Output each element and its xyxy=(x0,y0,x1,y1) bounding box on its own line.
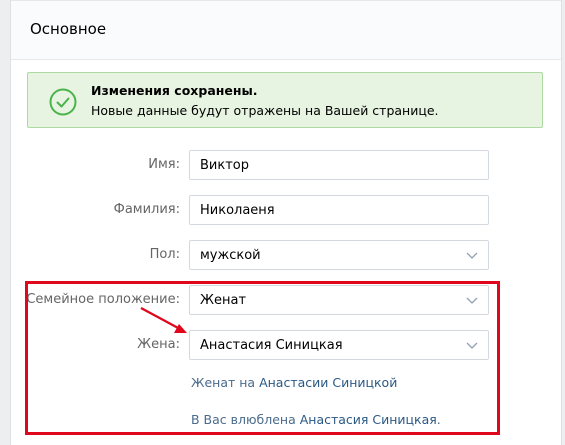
gender-select[interactable]: мужской xyxy=(189,240,489,270)
settings-card: Основное Изменения сохранены. Новые данн… xyxy=(10,0,562,445)
crush-note: В Вас влюблена Анастасия Синицкая. xyxy=(191,412,441,427)
relationship-label: Семейное положение: xyxy=(26,292,180,307)
notice-text: Новые данные будут отражены на Вашей стр… xyxy=(91,103,439,118)
partner-profile-link[interactable]: Анастасии Синицкой xyxy=(259,375,397,390)
partner-value: Анастасия Синицкая xyxy=(200,338,343,353)
chevron-down-icon xyxy=(466,342,478,349)
crush-profile-link[interactable]: Анастасия Синицкая xyxy=(300,412,437,427)
notice-title: Изменения сохранены. xyxy=(91,83,258,98)
last-name-field[interactable]: Николаеня xyxy=(189,195,489,225)
check-circle-icon xyxy=(49,88,77,116)
last-name-value: Николаеня xyxy=(200,203,275,218)
relationship-select[interactable]: Женат xyxy=(189,285,489,315)
gender-value: мужской xyxy=(200,248,261,263)
last-name-label: Фамилия: xyxy=(113,202,180,217)
section-header: Основное xyxy=(11,0,561,60)
partner-select[interactable]: Анастасия Синицкая xyxy=(189,330,489,360)
crush-note-prefix: В Вас влюблена xyxy=(191,412,296,427)
first-name-field[interactable]: Виктор xyxy=(189,150,489,180)
chevron-down-icon xyxy=(466,252,478,259)
married-note-prefix: Женат на xyxy=(191,375,256,390)
gender-label: Пол: xyxy=(149,247,180,262)
crush-note-suffix: . xyxy=(436,412,441,427)
married-note: Женат на Анастасии Синицкой xyxy=(191,375,397,390)
chevron-down-icon xyxy=(466,297,478,304)
partner-label: Жена: xyxy=(137,337,180,352)
first-name-value: Виктор xyxy=(200,158,249,173)
first-name-label: Имя: xyxy=(148,157,180,172)
section-title: Основное xyxy=(30,20,107,38)
success-notice: Изменения сохранены. Новые данные будут … xyxy=(27,72,543,128)
relationship-value: Женат xyxy=(200,293,247,308)
